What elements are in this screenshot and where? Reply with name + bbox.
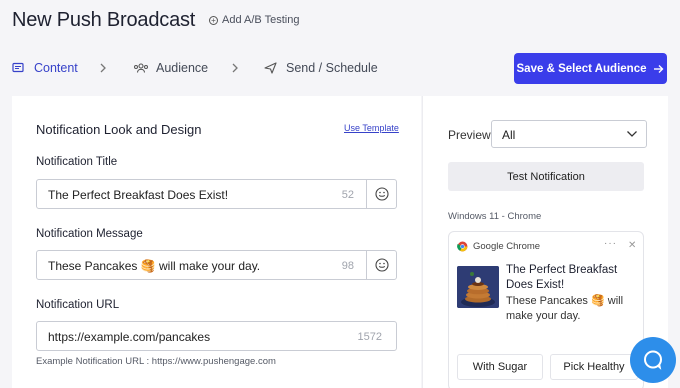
- step-label: Content: [34, 61, 78, 75]
- notification-action-button[interactable]: Pick Healthy: [550, 354, 638, 380]
- app-name: Google Chrome: [473, 241, 541, 252]
- message-field-label: Notification Message: [36, 228, 143, 240]
- save-select-audience-button[interactable]: Save & Select Audience: [514, 53, 667, 84]
- test-notification-button[interactable]: Test Notification: [448, 162, 644, 191]
- step-audience[interactable]: Audience: [133, 61, 208, 75]
- chat-bubble-icon: [644, 350, 662, 370]
- button-label: Save & Select Audience: [516, 62, 647, 75]
- smiley-icon: [374, 258, 389, 272]
- add-ab-testing-link[interactable]: + Add A/B Testing: [209, 14, 299, 26]
- selected-value: All: [502, 128, 516, 142]
- preview-label: Preview: [448, 128, 491, 142]
- url-field-label: Notification URL: [36, 299, 120, 311]
- page-title: New Push Broadcast: [12, 9, 196, 31]
- chevron-right-icon: [232, 63, 238, 73]
- step-content[interactable]: Content: [12, 61, 78, 75]
- notification-title: The Perfect Breakfast Does Exist!: [506, 264, 618, 291]
- notification-title-field[interactable]: The Perfect Breakfast Does Exist! 52: [36, 179, 397, 209]
- preview-panel: Preview All Test Notification Windows 11…: [422, 96, 668, 388]
- step-send-schedule[interactable]: Send / Schedule: [264, 61, 378, 75]
- send-icon: [264, 62, 277, 74]
- close-icon[interactable]: ✕: [628, 240, 636, 251]
- notification-image: [457, 266, 499, 308]
- help-chat-button[interactable]: [630, 337, 676, 383]
- char-count: 98: [341, 260, 354, 272]
- section-title: Notification Look and Design: [36, 122, 202, 137]
- notification-header: Google Chrome: [457, 241, 540, 252]
- step-label: Send / Schedule: [286, 61, 378, 75]
- more-options-icon[interactable]: ···: [604, 238, 617, 249]
- url-value: https://example.com/pancakes: [48, 330, 211, 344]
- char-count: 1572: [357, 331, 382, 343]
- emoji-picker-button[interactable]: [366, 180, 396, 208]
- notification-message-field[interactable]: These Pancakes 🥞 will make your day. 98: [36, 250, 397, 280]
- add-ab-testing-label: Add A/B Testing: [222, 14, 300, 26]
- title-field-label: Notification Title: [36, 156, 118, 168]
- char-count: 52: [341, 189, 354, 201]
- page-header: New Push Broadcast + Add A/B Testing: [0, 0, 680, 40]
- notification-message: These Pancakes 🥞 will make your day.: [506, 295, 624, 322]
- emoji-picker-button[interactable]: [366, 251, 396, 279]
- notification-url-field[interactable]: https://example.com/pancakes 1572: [36, 321, 397, 351]
- users-icon: [133, 62, 149, 74]
- arrow-right-icon: [654, 64, 664, 73]
- chevron-right-icon: [100, 63, 106, 73]
- chrome-icon: [457, 241, 468, 252]
- step-label: Audience: [156, 61, 209, 75]
- preview-platform-select[interactable]: All: [491, 120, 647, 148]
- message-icon: [12, 62, 24, 74]
- notification-action-button[interactable]: With Sugar: [457, 354, 543, 380]
- smiley-icon: [374, 187, 389, 201]
- use-template-link[interactable]: Use Template: [344, 123, 399, 133]
- title-value: The Perfect Breakfast Does Exist!: [48, 188, 229, 202]
- platform-label: Windows 11 - Chrome: [448, 211, 542, 222]
- design-panel: Notification Look and Design Use Templat…: [12, 96, 421, 388]
- notification-preview: Google Chrome ··· ✕ The Perfect Breakfas…: [448, 231, 644, 388]
- plus-circle-icon: +: [209, 15, 218, 25]
- message-value: These Pancakes 🥞 will make your day.: [48, 259, 261, 273]
- chevron-down-icon: [627, 131, 637, 137]
- url-hint: Example Notification URL : https://www.p…: [36, 356, 276, 367]
